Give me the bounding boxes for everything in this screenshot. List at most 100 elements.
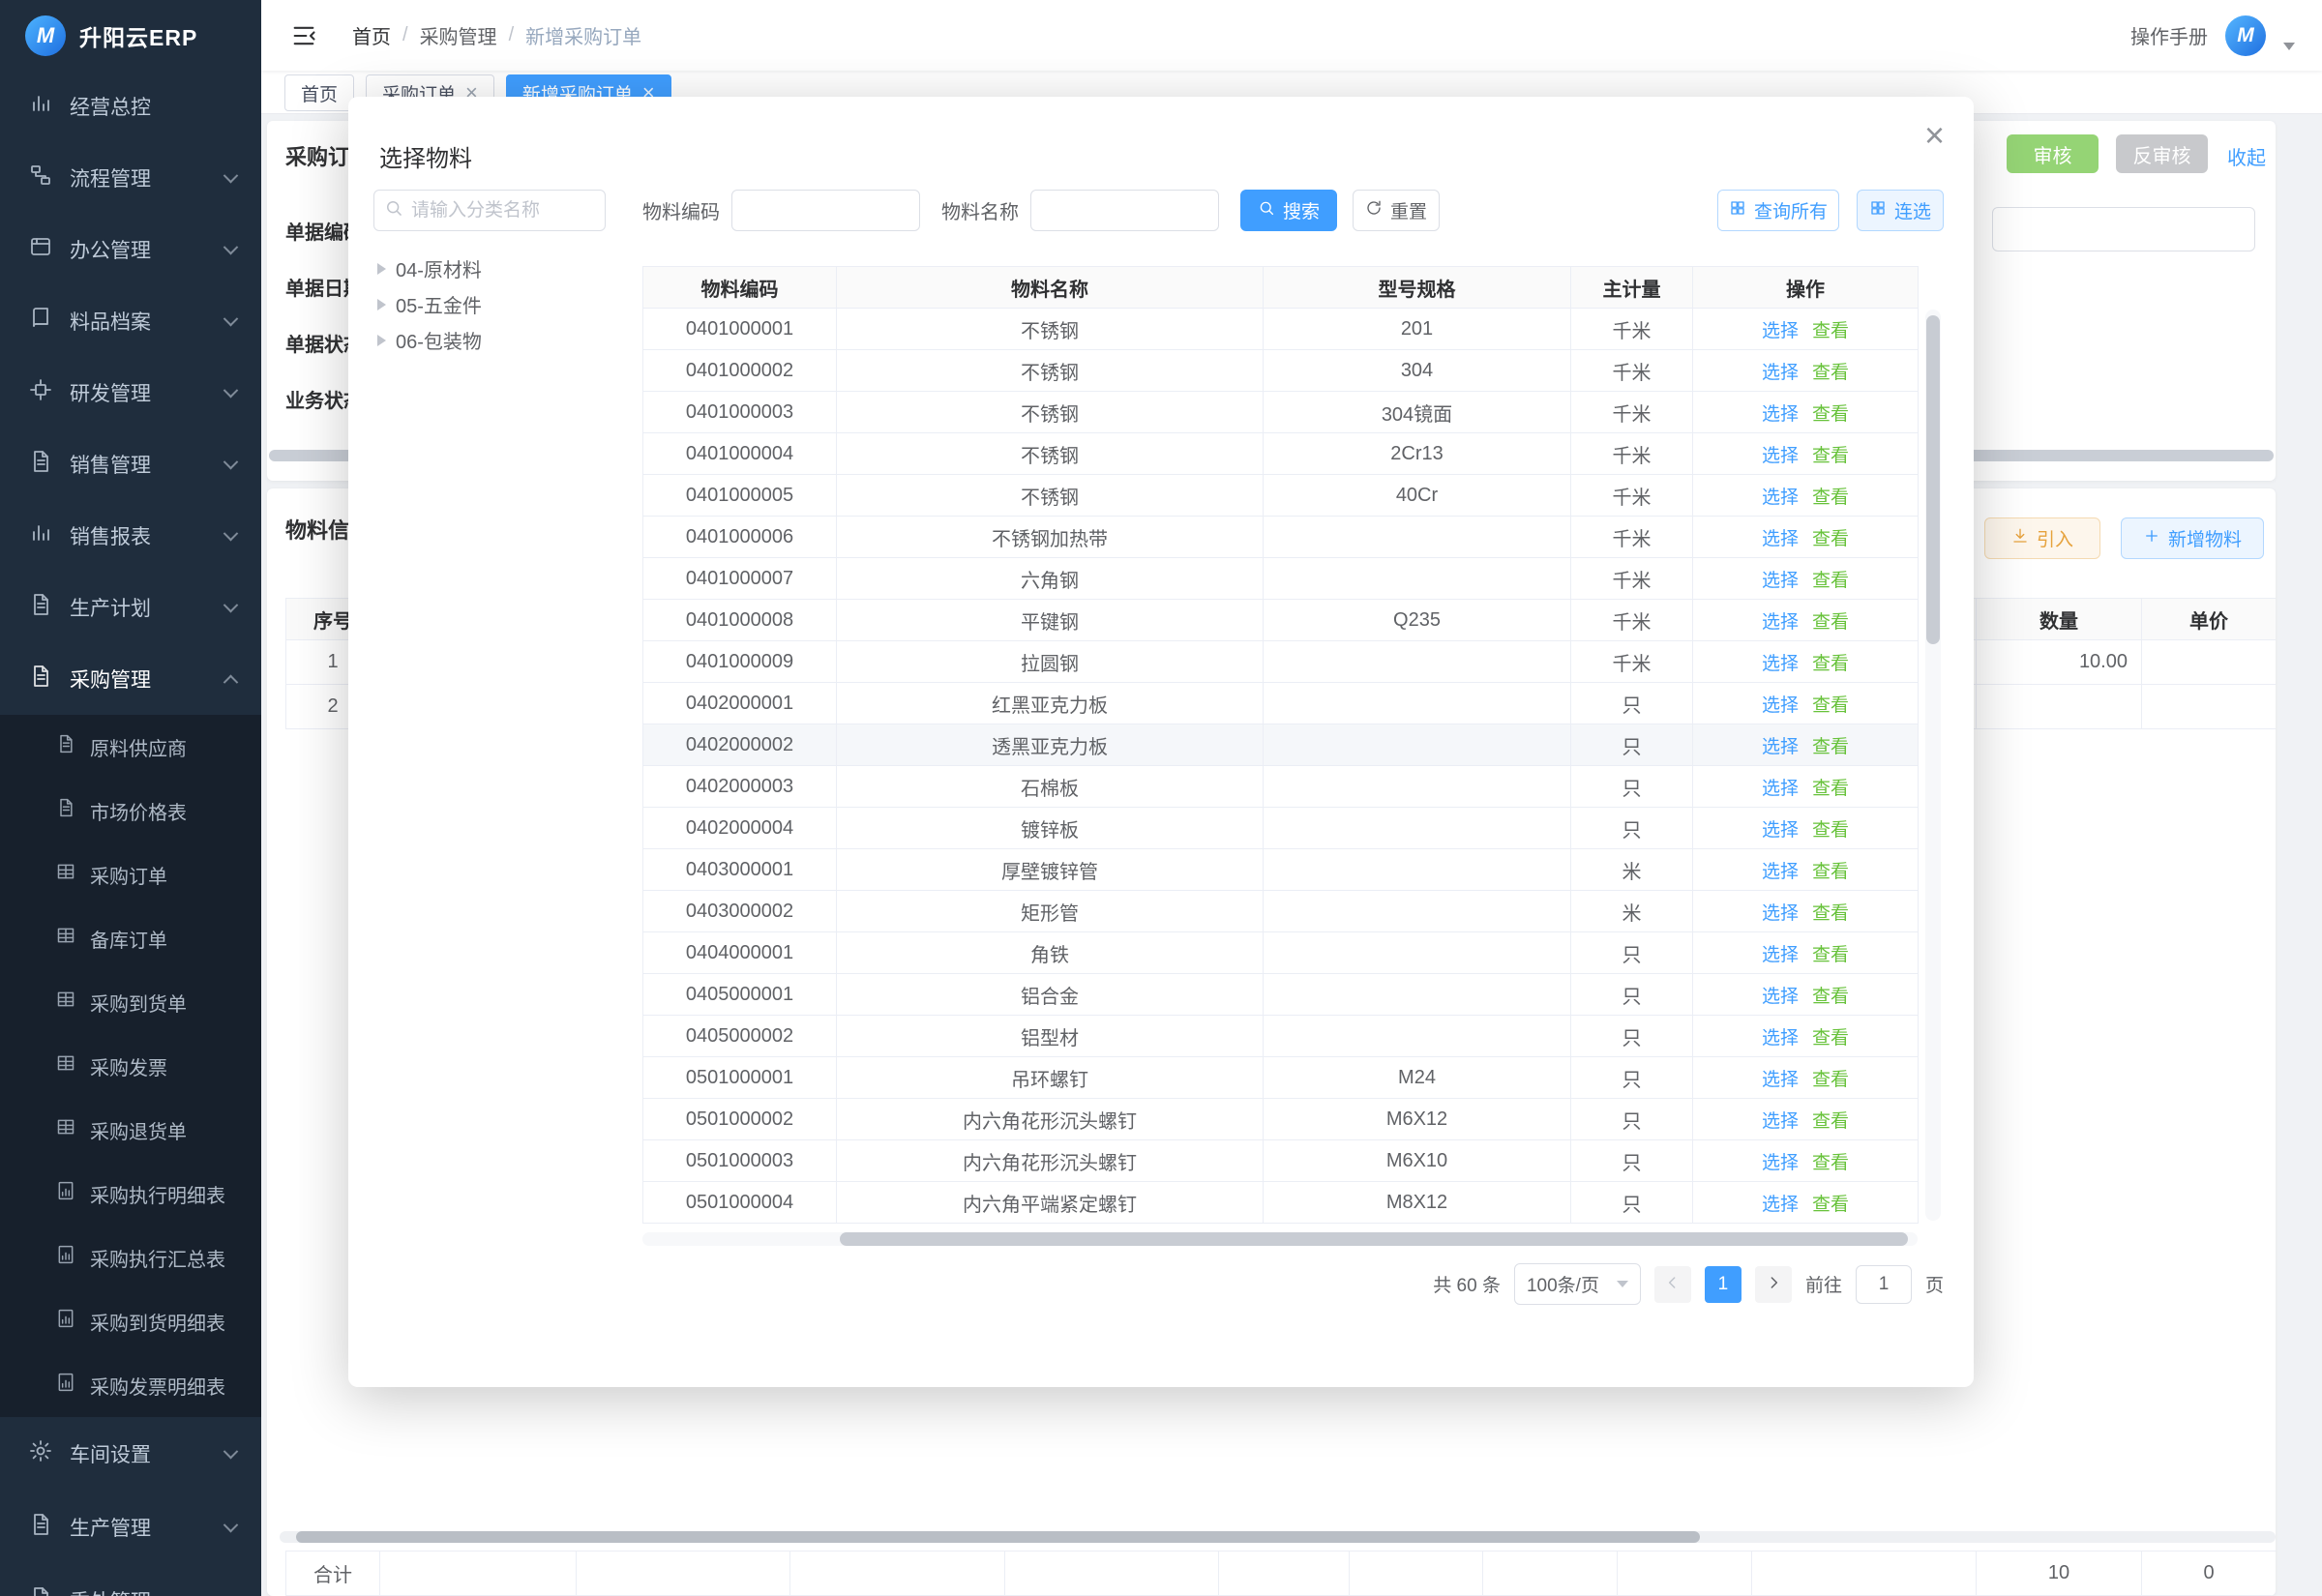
material-row[interactable]: 0401000005不锈钢40Cr千米选择查看: [643, 475, 1919, 517]
select-link[interactable]: 选择: [1762, 571, 1799, 591]
view-link[interactable]: 查看: [1812, 779, 1849, 799]
select-link[interactable]: 选择: [1762, 862, 1799, 882]
unaudit-button[interactable]: 反审核: [2116, 134, 2208, 173]
sidebar-item[interactable]: 委外管理: [0, 1564, 261, 1596]
material-code-input[interactable]: [731, 190, 920, 231]
sidebar-subitem[interactable]: 采购执行明细表: [0, 1162, 261, 1226]
prev-page-button[interactable]: [1654, 1266, 1691, 1303]
view-link[interactable]: 查看: [1812, 1070, 1849, 1090]
view-link[interactable]: 查看: [1812, 737, 1849, 757]
sidebar-subitem[interactable]: 市场价格表: [0, 779, 261, 842]
sidebar-subitem[interactable]: 采购退货单: [0, 1098, 261, 1162]
sidebar-item[interactable]: 销售报表: [0, 500, 261, 572]
material-row[interactable]: 0401000002不锈钢304千米选择查看: [643, 350, 1919, 392]
material-row[interactable]: 0403000001厚壁镀锌管米选择查看: [643, 849, 1919, 891]
sidebar-subitem[interactable]: 原料供应商: [0, 715, 261, 779]
view-link[interactable]: 查看: [1812, 446, 1849, 466]
view-link[interactable]: 查看: [1812, 820, 1849, 841]
menu-fold-icon[interactable]: [290, 22, 317, 49]
sidebar-item[interactable]: 采购管理: [0, 643, 261, 715]
view-link[interactable]: 查看: [1812, 654, 1849, 674]
sidebar-item[interactable]: 车间设置: [0, 1417, 261, 1491]
view-link[interactable]: 查看: [1812, 1111, 1849, 1132]
search-button[interactable]: 搜索: [1240, 190, 1337, 231]
tree-node[interactable]: 05-五金件: [373, 286, 606, 322]
tree-node[interactable]: 06-包装物: [373, 322, 606, 358]
material-row[interactable]: 0404000001角铁只选择查看: [643, 932, 1919, 974]
material-row[interactable]: 0401000004不锈钢2Cr13千米选择查看: [643, 433, 1919, 475]
select-link[interactable]: 选择: [1762, 1070, 1799, 1090]
material-row[interactable]: 0402000002透黑亚克力板只选择查看: [643, 724, 1919, 766]
material-row[interactable]: 0401000006不锈钢加热带千米选择查看: [643, 517, 1919, 558]
next-page-button[interactable]: [1755, 1266, 1792, 1303]
sidebar-subitem[interactable]: 采购发票: [0, 1034, 261, 1098]
view-link[interactable]: 查看: [1812, 987, 1849, 1007]
avatar[interactable]: M: [2225, 15, 2266, 56]
sidebar-item[interactable]: 流程管理: [0, 142, 261, 214]
audit-button[interactable]: 审核: [2007, 134, 2099, 173]
caret-down-icon[interactable]: [2283, 43, 2295, 50]
select-link[interactable]: 选择: [1762, 612, 1799, 633]
select-link[interactable]: 选择: [1762, 363, 1799, 383]
select-link[interactable]: 选择: [1762, 654, 1799, 674]
add-material-button[interactable]: 新增物料: [2121, 517, 2264, 559]
breadcrumb-home[interactable]: 首页: [352, 21, 391, 49]
material-row[interactable]: 0401000003不锈钢304镜面千米选择查看: [643, 392, 1919, 433]
select-link[interactable]: 选择: [1762, 1111, 1799, 1132]
material-row[interactable]: 0501000001吊环螺钉M24只选择查看: [643, 1057, 1919, 1099]
view-link[interactable]: 查看: [1812, 1195, 1849, 1215]
category-search-input[interactable]: [411, 200, 595, 222]
tree-node[interactable]: 04-原材料: [373, 251, 606, 286]
select-link[interactable]: 选择: [1762, 446, 1799, 466]
select-link[interactable]: 选择: [1762, 987, 1799, 1007]
material-row[interactable]: 0402000003石棉板只选择查看: [643, 766, 1919, 808]
select-link[interactable]: 选择: [1762, 945, 1799, 965]
select-link[interactable]: 选择: [1762, 1028, 1799, 1049]
select-link[interactable]: 选择: [1762, 529, 1799, 549]
page-size-select[interactable]: 100条/页: [1514, 1263, 1641, 1305]
material-row[interactable]: 0401000009拉圆钢千米选择查看: [643, 641, 1919, 683]
sidebar-subitem[interactable]: 采购发票明细表: [0, 1353, 261, 1417]
view-link[interactable]: 查看: [1812, 321, 1849, 341]
material-row[interactable]: 0405000002铝型材只选择查看: [643, 1016, 1919, 1057]
goto-page-input[interactable]: [1856, 1265, 1912, 1304]
view-link[interactable]: 查看: [1812, 529, 1849, 549]
sidebar-subitem[interactable]: 备库订单: [0, 906, 261, 970]
view-link[interactable]: 查看: [1812, 571, 1849, 591]
select-link[interactable]: 选择: [1762, 903, 1799, 924]
sidebar-item[interactable]: 销售管理: [0, 429, 261, 500]
query-all-button[interactable]: 查询所有: [1717, 190, 1839, 231]
view-link[interactable]: 查看: [1812, 363, 1849, 383]
hscrollbar-thumb[interactable]: [840, 1232, 1908, 1246]
collapse-link[interactable]: 收起: [2227, 142, 2266, 170]
vscrollbar-thumb[interactable]: [1926, 315, 1940, 644]
breadcrumb-section[interactable]: 采购管理: [420, 21, 497, 49]
sidebar-subitem[interactable]: 采购订单: [0, 842, 261, 906]
import-button[interactable]: 引入: [1984, 517, 2100, 559]
sidebar-subitem[interactable]: 采购到货单: [0, 970, 261, 1034]
material-row[interactable]: 0501000002内六角花形沉头螺钉M6X12只选择查看: [643, 1099, 1919, 1140]
line-price[interactable]: [2142, 685, 2277, 729]
material-name-input[interactable]: [1030, 190, 1219, 231]
multi-select-button[interactable]: 连选: [1857, 190, 1944, 231]
sidebar-subitem[interactable]: 采购到货明细表: [0, 1289, 261, 1353]
view-link[interactable]: 查看: [1812, 404, 1849, 425]
hscrollbar-thumb[interactable]: [296, 1531, 1700, 1543]
select-link[interactable]: 选择: [1762, 321, 1799, 341]
caret-right-icon[interactable]: [377, 299, 386, 310]
select-link[interactable]: 选择: [1762, 737, 1799, 757]
sidebar-item[interactable]: 生产计划: [0, 572, 261, 643]
select-link[interactable]: 选择: [1762, 779, 1799, 799]
material-row[interactable]: 0402000004镀锌板只选择查看: [643, 808, 1919, 849]
sidebar-item[interactable]: 生产管理: [0, 1491, 261, 1564]
order-header-input[interactable]: [1992, 207, 2255, 251]
sidebar-subitem[interactable]: 采购执行汇总表: [0, 1226, 261, 1289]
page-number-1[interactable]: 1: [1705, 1266, 1742, 1303]
tab-home[interactable]: 首页: [284, 74, 354, 111]
view-link[interactable]: 查看: [1812, 488, 1849, 508]
material-row[interactable]: 0401000008平键钢Q235千米选择查看: [643, 600, 1919, 641]
view-link[interactable]: 查看: [1812, 1028, 1849, 1049]
select-link[interactable]: 选择: [1762, 404, 1799, 425]
material-row[interactable]: 0402000001红黑亚克力板只选择查看: [643, 683, 1919, 724]
material-row[interactable]: 0501000003内六角花形沉头螺钉M6X10只选择查看: [643, 1140, 1919, 1182]
